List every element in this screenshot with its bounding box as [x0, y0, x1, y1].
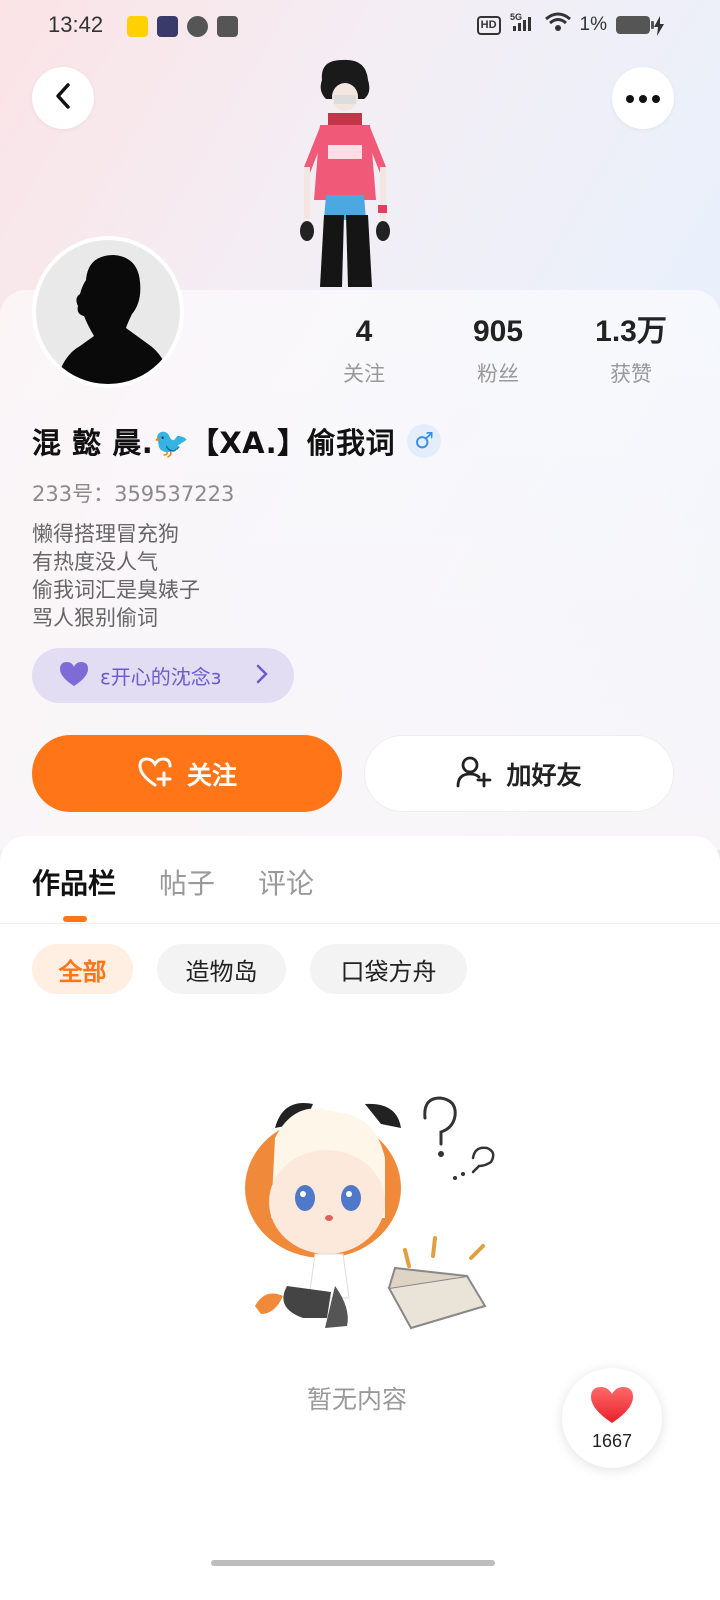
bio-line: 骂人狠别偷词 [32, 606, 158, 630]
stat-fans[interactable]: 905 粉丝 [438, 312, 558, 388]
tab-comments[interactable]: 评论 [258, 862, 314, 902]
avatar-3d-character[interactable] [280, 55, 410, 290]
more-button[interactable] [612, 67, 674, 129]
wallet-icon [217, 16, 238, 37]
user-id[interactable]: 233号：359537223 [32, 478, 234, 508]
filter-chip-island[interactable]: 造物岛 [157, 944, 286, 994]
tab-active-indicator [63, 916, 87, 922]
filter-chip-all[interactable]: 全部 [32, 944, 133, 994]
empty-state-label: 暂无内容 [306, 1385, 407, 1414]
bio-line: 有热度没人气 [32, 550, 158, 574]
fan-badge-label: ε开心的沈念з [100, 665, 222, 689]
stat-likes[interactable]: 1.3万 获赞 [571, 312, 691, 388]
stat-label: 获赞 [610, 362, 652, 386]
stat-label: 关注 [343, 362, 385, 386]
chevron-right-icon [256, 664, 268, 688]
stat-following[interactable]: 4 关注 [304, 312, 424, 388]
bio-line: 懒得搭理冒充狗 [32, 522, 179, 546]
status-indicators: HD 5G 1% [476, 12, 654, 38]
avatar[interactable] [32, 236, 184, 388]
status-time: 13:42 [48, 12, 104, 37]
avatar-silhouette-icon [36, 240, 180, 384]
follow-label: 关注 [186, 760, 237, 790]
like-count: 1667 [591, 1430, 633, 1451]
follow-button[interactable]: 关注 [32, 735, 342, 812]
back-button[interactable] [32, 67, 94, 129]
network-type: 5G [510, 12, 522, 22]
fan-badge[interactable]: ε开心的沈念з [32, 648, 294, 703]
status-bar: 13:42 HD 5G 1% [0, 0, 720, 56]
signal-icon: 5G [510, 12, 536, 38]
message-icon [187, 16, 208, 37]
meituan-icon [127, 16, 148, 37]
hd-badge: HD [476, 15, 501, 35]
stat-label: 粉丝 [477, 362, 519, 386]
filter-chip-ark[interactable]: 口袋方舟 [310, 944, 467, 994]
stat-value: 905 [472, 315, 524, 348]
charging-icon [654, 16, 664, 40]
status-app-icons [127, 16, 238, 37]
bio: 懒得搭理冒充狗 有热度没人气 偷我词汇是臭婊子 骂人狠别偷词 [32, 520, 200, 632]
tab-posts[interactable]: 帖子 [159, 862, 215, 902]
stat-value: 4 [355, 315, 373, 348]
more-dots-icon [625, 89, 661, 108]
add-friend-button[interactable]: 加好友 [364, 735, 674, 812]
heart-icon [589, 1385, 635, 1429]
gender-symbol: ♂ [414, 428, 435, 454]
heart-icon [58, 661, 90, 691]
chevron-left-icon [53, 82, 73, 114]
tab-divider [0, 923, 720, 924]
home-indicator[interactable] [211, 1560, 495, 1566]
empty-state-illustration [235, 1078, 505, 1348]
gender-male-icon: ♂ [407, 424, 442, 458]
nickname-row: 混 懿 晨.🐦【XA.】偷我词 ♂ [32, 420, 442, 462]
add-friend-label: 加好友 [506, 760, 582, 790]
bio-line: 偷我词汇是臭婊子 [32, 578, 200, 602]
like-button[interactable]: 1667 [562, 1368, 662, 1468]
battery-icon [616, 16, 654, 34]
wifi-icon [544, 12, 571, 38]
battery-percent: 1% [579, 14, 607, 35]
stat-value: 1.3万 [595, 315, 667, 348]
heart-plus-icon [137, 756, 173, 792]
add-user-icon [456, 756, 492, 792]
nickname: 混 懿 晨.🐦【XA.】偷我词 [32, 426, 396, 460]
video-app-icon [157, 16, 178, 37]
tab-works[interactable]: 作品栏 [32, 862, 116, 902]
